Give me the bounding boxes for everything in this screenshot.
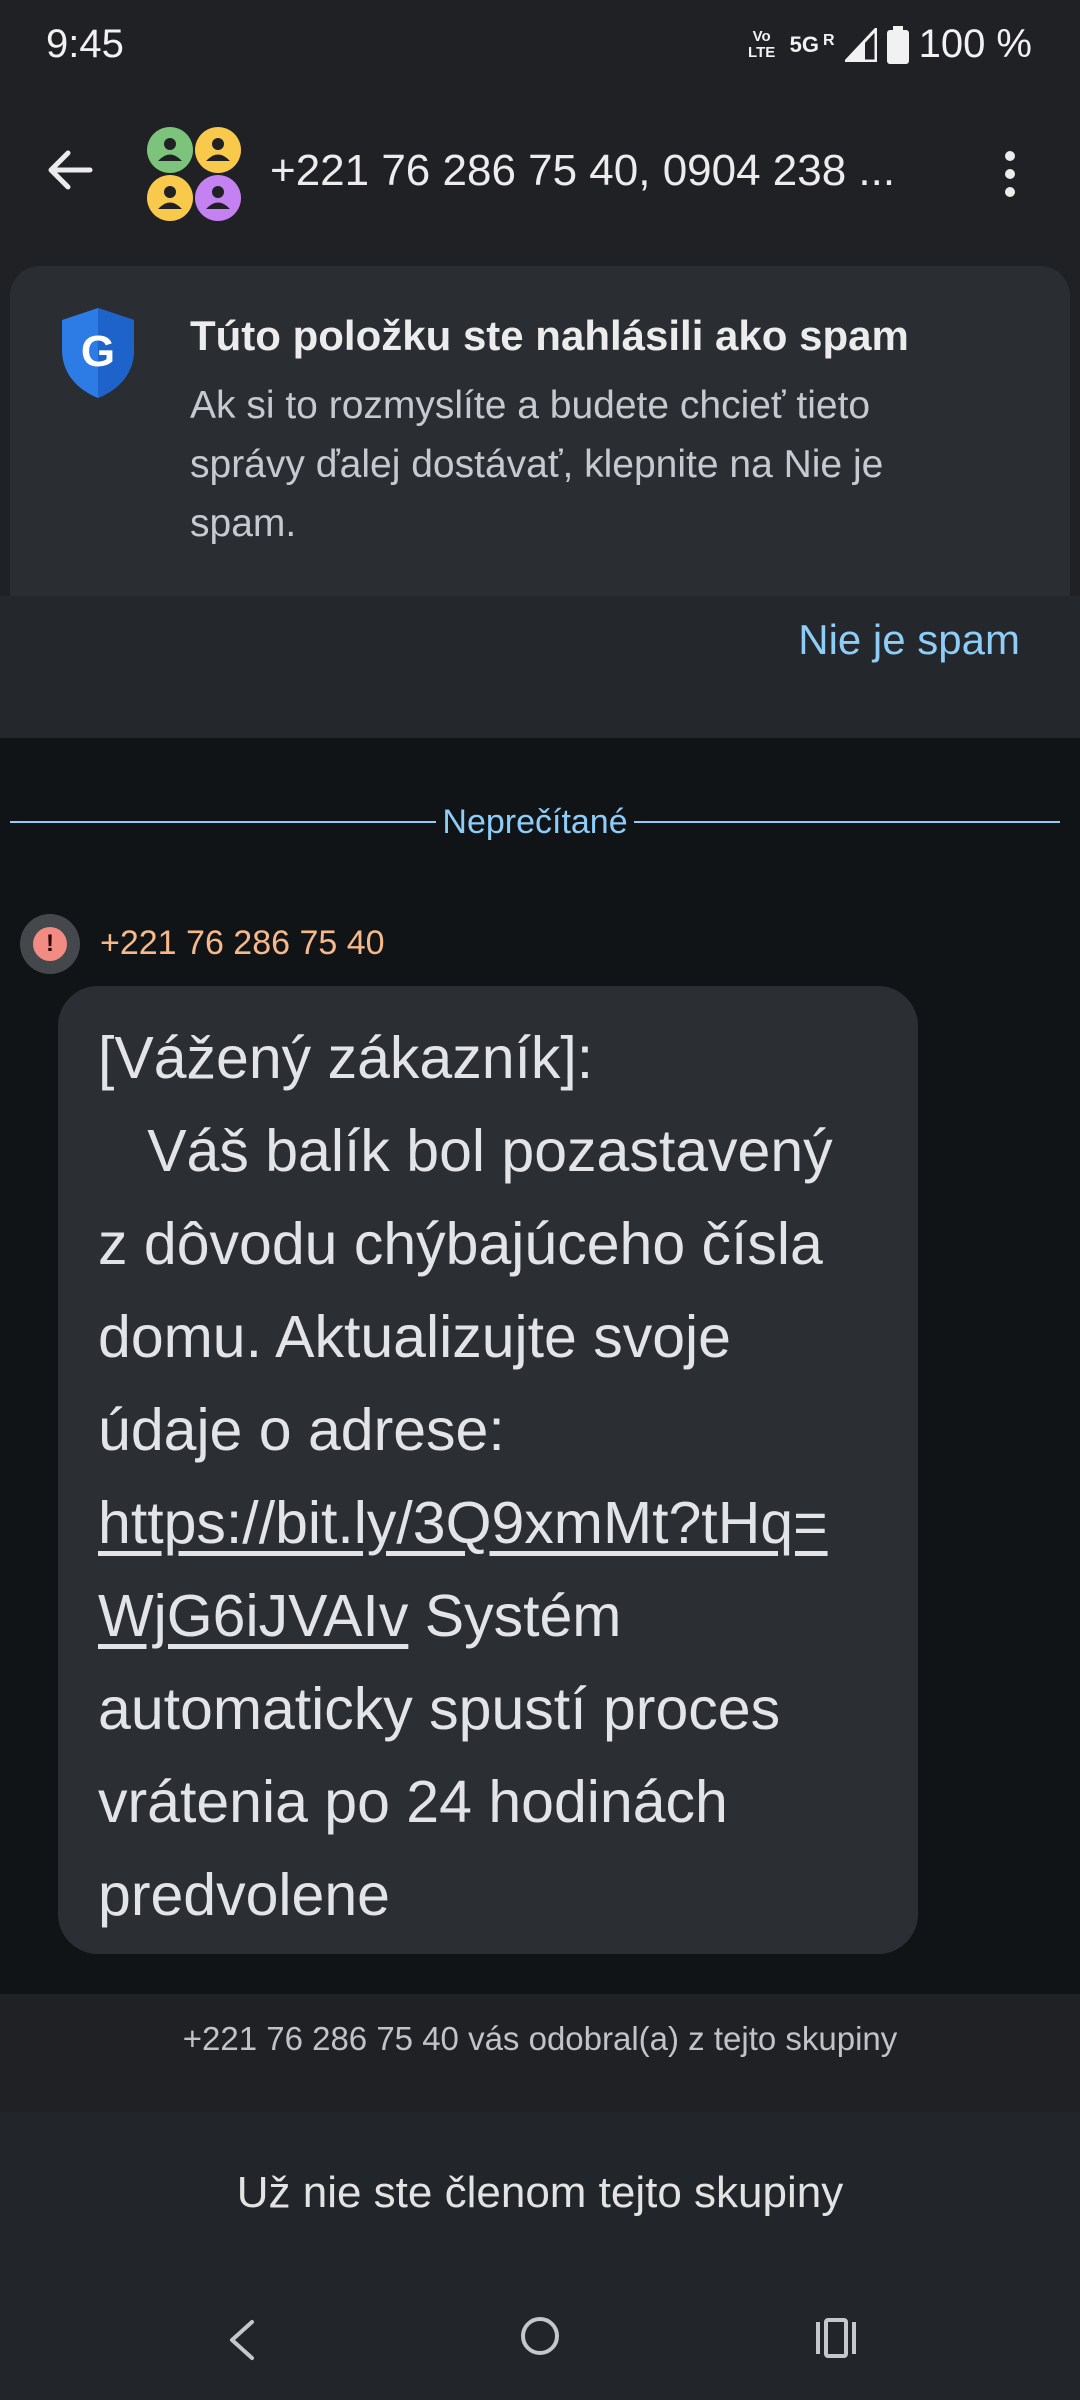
- system-note: +221 76 286 75 40 vás odobral(a) z tejto…: [182, 2020, 898, 2057]
- nav-recents-button[interactable]: [814, 2316, 858, 2360]
- unread-divider: Neprečítané: [10, 800, 1061, 844]
- signal-icon: [844, 27, 877, 62]
- message-bubble[interactable]: [Vážený zákazník]: Váš balík bol pozasta…: [58, 986, 918, 1954]
- unread-label: Neprečítané: [442, 802, 628, 841]
- sender-name[interactable]: +221 76 286 75 40: [100, 924, 385, 963]
- message-text: [Vážený zákazník]: Váš balík bol pozasta…: [98, 1025, 833, 1463]
- volte-icon: Vo LTE: [748, 27, 776, 61]
- nav-back-button[interactable]: [222, 2316, 262, 2364]
- not-spam-button[interactable]: Nie je spam: [798, 616, 1020, 664]
- error-icon: !: [33, 927, 67, 961]
- sender-avatar[interactable]: !: [20, 914, 80, 974]
- battery-percent: 100 %: [918, 22, 1032, 66]
- group-avatar[interactable]: [146, 126, 242, 222]
- back-arrow-icon: [48, 150, 93, 190]
- network-type: 5G R: [789, 31, 835, 57]
- divider-line: [633, 821, 1061, 823]
- spam-banner-title: Túto položku ste nahlásili ako spam: [190, 312, 909, 359]
- nav-home-icon: [521, 2317, 559, 2355]
- google-shield-icon: G: [58, 306, 138, 400]
- more-options-button[interactable]: [990, 142, 1030, 206]
- more-vert-icon: [1005, 151, 1015, 197]
- spam-banner-body: Ak si to rozmyslíte a budete chcieť tiet…: [190, 384, 884, 545]
- status-icons: Vo LTE 5G R 100 %: [744, 22, 1032, 67]
- nav-home-button[interactable]: [518, 2314, 562, 2358]
- not-member-message: Už nie ste členom tejto skupiny: [236, 2168, 844, 2217]
- back-button[interactable]: [40, 140, 100, 200]
- nav-recents-icon: [816, 2318, 856, 2358]
- status-time: 9:45: [46, 22, 124, 66]
- group-avatar-icon: [147, 127, 241, 221]
- nav-back-icon: [230, 2320, 254, 2360]
- battery-icon: [886, 25, 909, 64]
- svg-text:G: G: [81, 327, 115, 376]
- divider-line: [10, 821, 437, 823]
- conversation-title[interactable]: +221 76 286 75 40, 0904 238 ...: [270, 146, 950, 196]
